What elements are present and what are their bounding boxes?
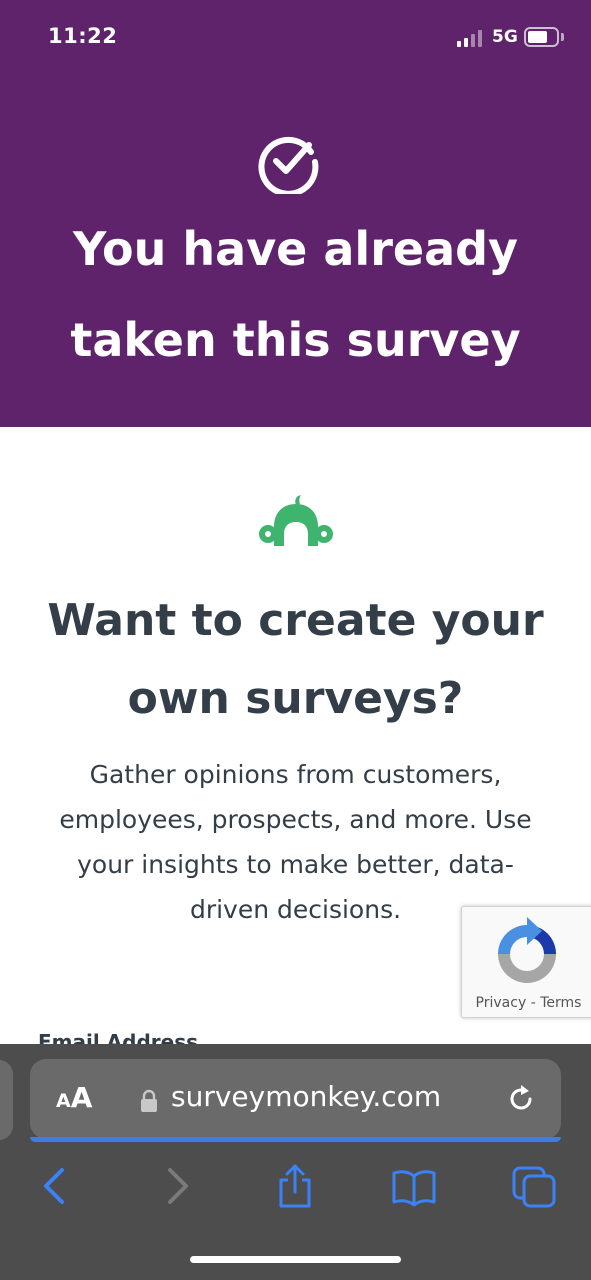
page-load-progress xyxy=(30,1137,561,1142)
promo-description: Gather opinions from customers, employee… xyxy=(59,760,532,924)
recaptcha-icon xyxy=(498,917,556,983)
recaptcha-separator: - xyxy=(526,995,541,1011)
recaptcha-badge[interactable]: Privacy - Terms xyxy=(461,906,591,1018)
tabs-icon[interactable] xyxy=(512,1164,556,1208)
back-icon[interactable] xyxy=(34,1164,78,1208)
home-indicator[interactable] xyxy=(190,1256,401,1263)
previous-tab-stub[interactable] xyxy=(0,1060,13,1140)
recaptcha-links: Privacy - Terms xyxy=(462,995,591,1011)
reload-icon[interactable] xyxy=(505,1083,537,1115)
promo-title: Want to create your own surveys? xyxy=(47,595,544,724)
survey-header: 11:22 5G You have already taken this sur… xyxy=(0,0,591,427)
url-text[interactable]: surveymonkey.com xyxy=(171,1080,441,1113)
surveymonkey-logo-icon xyxy=(259,495,333,546)
browser-toolbar: AA surveymonkey.com xyxy=(0,1044,591,1280)
address-bar[interactable]: AA surveymonkey.com xyxy=(30,1059,561,1139)
forward-icon[interactable] xyxy=(154,1164,198,1208)
battery-icon xyxy=(524,27,559,47)
bookmarks-icon[interactable] xyxy=(392,1164,436,1208)
lock-icon xyxy=(141,1089,157,1112)
text-size-button[interactable]: AA xyxy=(56,1081,92,1114)
already-taken-title: You have already taken this survey xyxy=(70,222,521,367)
status-time: 11:22 xyxy=(48,24,118,48)
signal-icon xyxy=(457,29,483,47)
status-bar: 11:22 5G xyxy=(0,0,591,80)
network-type: 5G xyxy=(492,27,518,47)
check-circle-icon xyxy=(258,136,319,194)
recaptcha-privacy-link[interactable]: Privacy xyxy=(476,995,527,1011)
share-icon[interactable] xyxy=(273,1164,317,1208)
recaptcha-terms-link[interactable]: Terms xyxy=(540,995,581,1011)
